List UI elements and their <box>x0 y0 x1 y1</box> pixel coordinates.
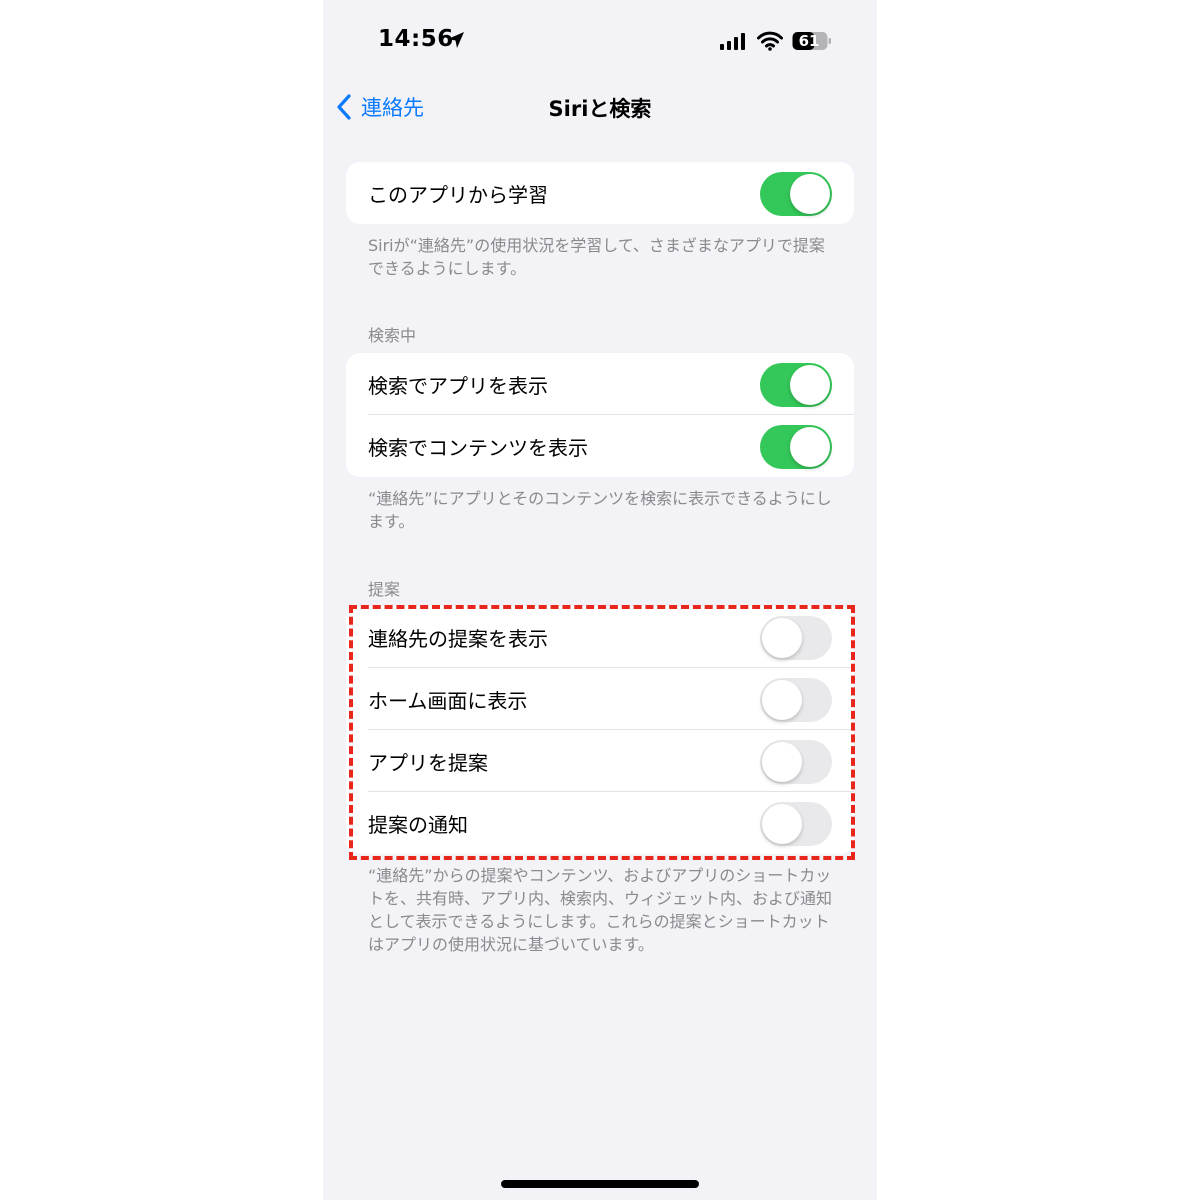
row-label: ホーム画面に表示 <box>368 689 528 713</box>
settings-row-show-contact-suggestions: 連絡先の提案を表示 <box>346 606 854 668</box>
home-indicator <box>501 1180 699 1188</box>
settings-row-suggestion-notifications: 提案の通知 <box>346 792 854 854</box>
toggle-knob <box>790 365 830 405</box>
show-contact-suggestions-toggle[interactable] <box>760 616 832 660</box>
show-on-home-screen-toggle[interactable] <box>760 678 832 722</box>
show-content-in-search-toggle[interactable] <box>760 425 832 469</box>
row-label: このアプリから学習 <box>368 183 548 207</box>
search-settings-group: 検索でアプリを表示 検索でコンテンツを表示 <box>346 353 854 477</box>
row-label: アプリを提案 <box>368 751 488 775</box>
status-time: 14:56 <box>378 26 454 52</box>
toggle-knob <box>762 680 802 720</box>
battery-level-text: 61 <box>798 32 820 50</box>
status-bar: 14:56 61 <box>323 0 877 84</box>
search-section-header: 検索中 <box>368 326 417 345</box>
settings-row-suggest-app: アプリを提案 <box>346 730 854 792</box>
learn-group-footer: Siriが“連絡先”の使用状況を学習して、さまざまなアプリで提案できるようにしま… <box>368 236 825 278</box>
learn-settings-group: このアプリから学習 <box>346 162 854 224</box>
suggestion-notifications-toggle[interactable] <box>760 802 832 846</box>
row-label: 検索でアプリを表示 <box>368 374 548 398</box>
settings-row-learn-from-app: このアプリから学習 <box>346 162 854 224</box>
toggle-knob <box>790 174 830 214</box>
page-title: Siriと検索 <box>548 97 652 121</box>
phone-screen: 14:56 61 連絡先 Siriと検索 このアプリから学習 Siriが“連絡先… <box>323 0 877 1200</box>
settings-row-show-on-home-screen: ホーム画面に表示 <box>346 668 854 730</box>
toggle-knob <box>790 427 830 467</box>
toggle-knob <box>762 804 802 844</box>
settings-row-show-app-in-search: 検索でアプリを表示 <box>346 353 854 415</box>
row-label: 検索でコンテンツを表示 <box>368 436 588 460</box>
toggle-knob <box>762 742 802 782</box>
toggle-knob <box>762 618 802 658</box>
settings-row-show-content-in-search: 検索でコンテンツを表示 <box>346 415 854 477</box>
navigation-bar: 連絡先 Siriと検索 <box>323 84 877 130</box>
suggestions-section-header: 提案 <box>368 580 401 599</box>
suggest-app-toggle[interactable] <box>760 740 832 784</box>
learn-from-app-toggle[interactable] <box>760 172 832 216</box>
location-arrow-icon <box>448 32 464 48</box>
row-label: 提案の通知 <box>368 813 468 837</box>
wifi-icon <box>757 31 783 51</box>
cellular-signal-icon <box>720 33 745 50</box>
show-app-in-search-toggle[interactable] <box>760 363 832 407</box>
search-group-footer: “連絡先”にアプリとそのコンテンツを検索に表示できるようにします。 <box>368 489 832 531</box>
suggestions-group-footer: “連絡先”からの提案やコンテンツ、およびアプリのショートカットを、共有時、アプリ… <box>368 866 833 954</box>
row-label: 連絡先の提案を表示 <box>368 627 548 651</box>
suggestions-settings-group: 連絡先の提案を表示 ホーム画面に表示 アプリを提案 提案の通知 <box>346 606 854 854</box>
